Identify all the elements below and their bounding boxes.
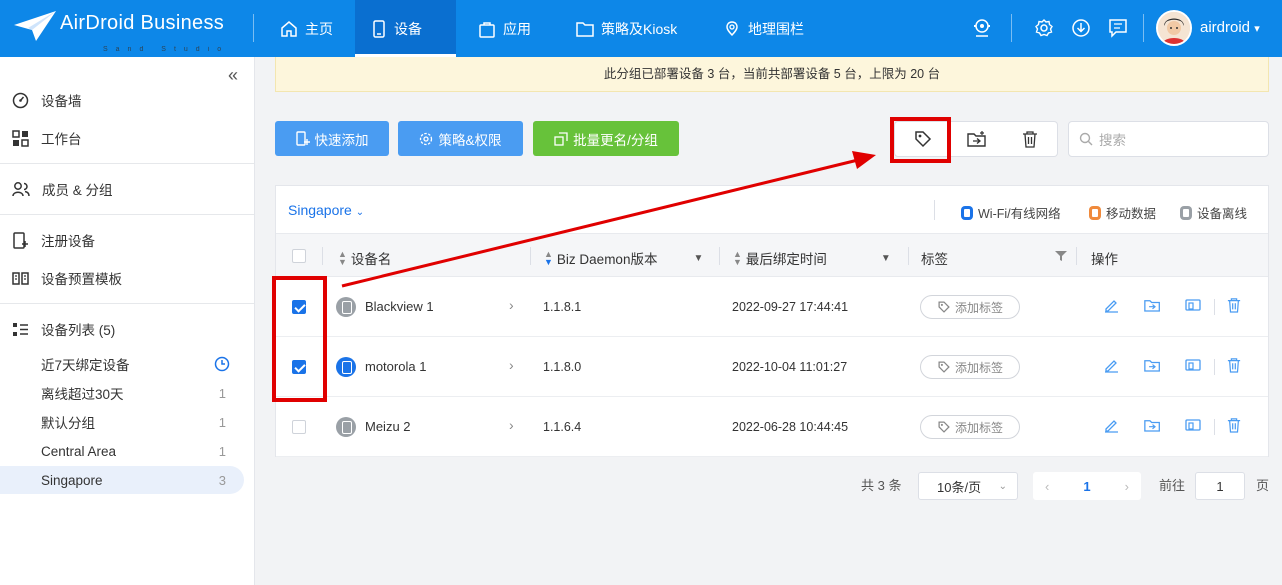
annotation-arrow [341,151,876,288]
